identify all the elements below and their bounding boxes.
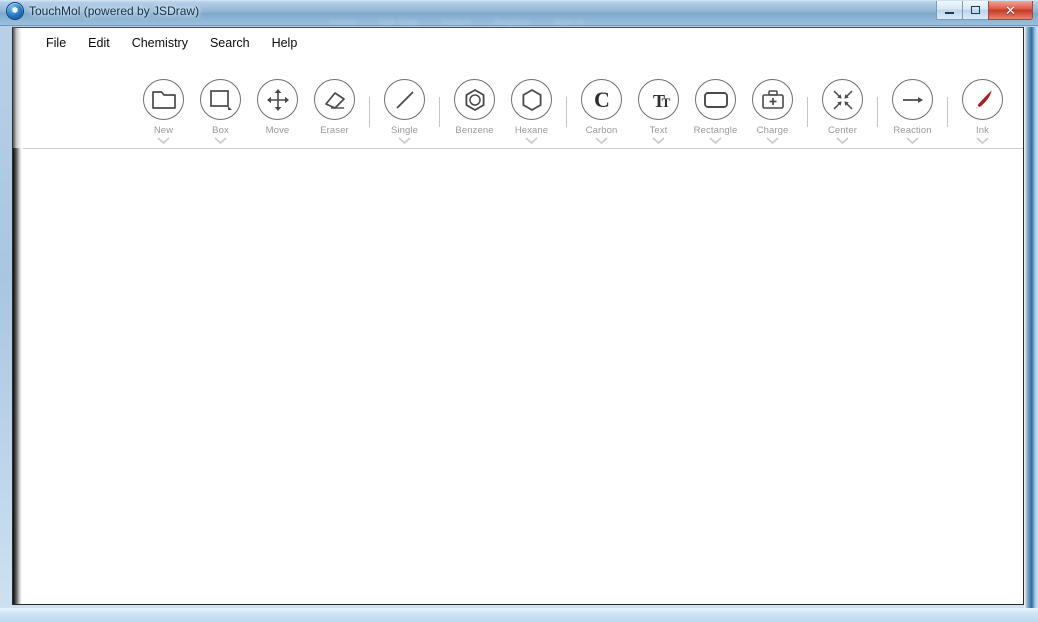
tool-charge[interactable]: Charge [744,57,801,144]
ghost-text-sign-in: Sign In [553,16,585,28]
box-icon [200,79,241,120]
toolbar-separator [439,97,440,127]
left-frame-shadow [13,28,22,604]
toolbar-separator [947,97,948,127]
tool-label-single: Single [390,125,418,136]
tool-new[interactable]: New [135,57,192,144]
molecule-icon [7,3,23,19]
tool-strip: New Box Move Eraser Single Benzene Hexan… [135,57,1011,149]
single-bond-icon [384,79,425,120]
toolbar-separator [877,97,878,127]
folder-icon [143,79,184,120]
hexagon-icon [511,79,552,120]
restore-icon [971,6,980,14]
toolbar-separator [369,97,370,127]
menu-item-edit[interactable]: Edit [77,33,121,53]
move-arrows-icon [257,79,298,120]
tool-move[interactable]: Move [249,57,306,144]
eraser-icon [314,79,355,120]
tool-label-new: New [153,125,174,136]
menu-item-help[interactable]: Help [261,33,309,53]
minimize-icon [945,12,954,14]
close-icon: ✕ [1005,2,1016,18]
tool-label-benzene: Benzene [455,125,494,136]
window-bottom-border [0,608,1038,622]
toolbar-separator [807,97,808,127]
tool-text[interactable]: T T Text [630,57,687,144]
drawing-canvas[interactable] [23,149,1023,604]
tool-label-eraser: Eraser [320,125,349,136]
window-title: TouchMol (powered by JSDraw) [29,4,200,18]
tool-label-box: Box [212,125,229,136]
minimize-button[interactable] [936,1,963,20]
menu-item-file[interactable]: File [35,33,77,53]
tool-label-reaction: Reaction [893,125,932,136]
tool-single[interactable]: Single [376,57,433,144]
title-bar-left: TouchMol (powered by JSDraw) [7,3,199,19]
left-frame-shadow-top [13,28,22,148]
svg-text:C: C [594,87,610,112]
toolbar: New Box Move Eraser Single Benzene Hexan… [23,57,1023,149]
tool-label-center: Center [827,125,858,136]
menu-bar: File Edit Chemistry Search Help [23,28,1023,57]
rectangle-icon [695,79,736,120]
chevron-down-icon[interactable] [766,137,779,144]
tool-label-ink: Ink [976,125,989,136]
tool-eraser[interactable]: Eraser [306,57,363,144]
chevron-down-icon[interactable] [214,137,227,144]
ghost-text-search: Search [440,16,472,28]
carbon-atom-icon: C [581,79,622,120]
tool-label-carbon: Carbon [585,125,618,136]
tool-rectangle[interactable]: Rectangle [687,57,744,144]
text-tt-icon: T T [638,79,679,120]
tool-label-text: Text [649,125,668,136]
charge-battery-icon [752,79,793,120]
application-window: TouchMol (powered by JSDraw) Home Site M… [0,0,1038,622]
menu-item-chemistry[interactable]: Chemistry [121,33,199,53]
menu-item-search[interactable]: Search [199,33,261,53]
svg-text:T: T [661,95,670,110]
restore-button[interactable] [962,1,989,20]
chevron-down-icon[interactable] [525,137,538,144]
tool-ink[interactable]: Ink [954,57,1011,144]
window-controls: ✕ [936,1,1033,20]
tool-label-charge: Charge [756,125,789,136]
client-area: File Edit Chemistry Search Help New Box … [12,27,1024,605]
tool-hexane[interactable]: Hexane [503,57,560,144]
toolbar-separator [566,97,567,127]
tool-box[interactable]: Box [192,57,249,144]
chevron-down-icon[interactable] [595,137,608,144]
ghost-text-home: Home [330,16,357,28]
window-right-border [1024,27,1038,610]
reaction-arrow-icon [892,79,933,120]
tool-carbon[interactable]: C Carbon [573,57,630,144]
ink-brush-icon [962,79,1003,120]
benzene-ring-icon [454,79,495,120]
chevron-down-icon[interactable] [398,137,411,144]
chevron-down-icon[interactable] [709,137,722,144]
close-button[interactable]: ✕ [988,1,1033,20]
tool-reaction[interactable]: Reaction [884,57,941,144]
ghost-text-register: Register [493,16,532,28]
chevron-down-icon[interactable] [906,137,919,144]
chevron-down-icon[interactable] [976,137,989,144]
tool-label-hexane: Hexane [514,125,549,136]
chevron-down-icon[interactable] [836,137,849,144]
title-bar: TouchMol (powered by JSDraw) Home Site M… [0,0,1038,28]
tool-label-rectangle: Rectangle [693,125,738,136]
ghost-text-site-map: Site Map [378,16,419,28]
chevron-down-icon[interactable] [652,137,665,144]
tool-label-move: Move [265,125,290,136]
center-arrows-icon [822,79,863,120]
tool-center[interactable]: Center [814,57,871,144]
tool-benzene[interactable]: Benzene [446,57,503,144]
chevron-down-icon[interactable] [157,137,170,144]
